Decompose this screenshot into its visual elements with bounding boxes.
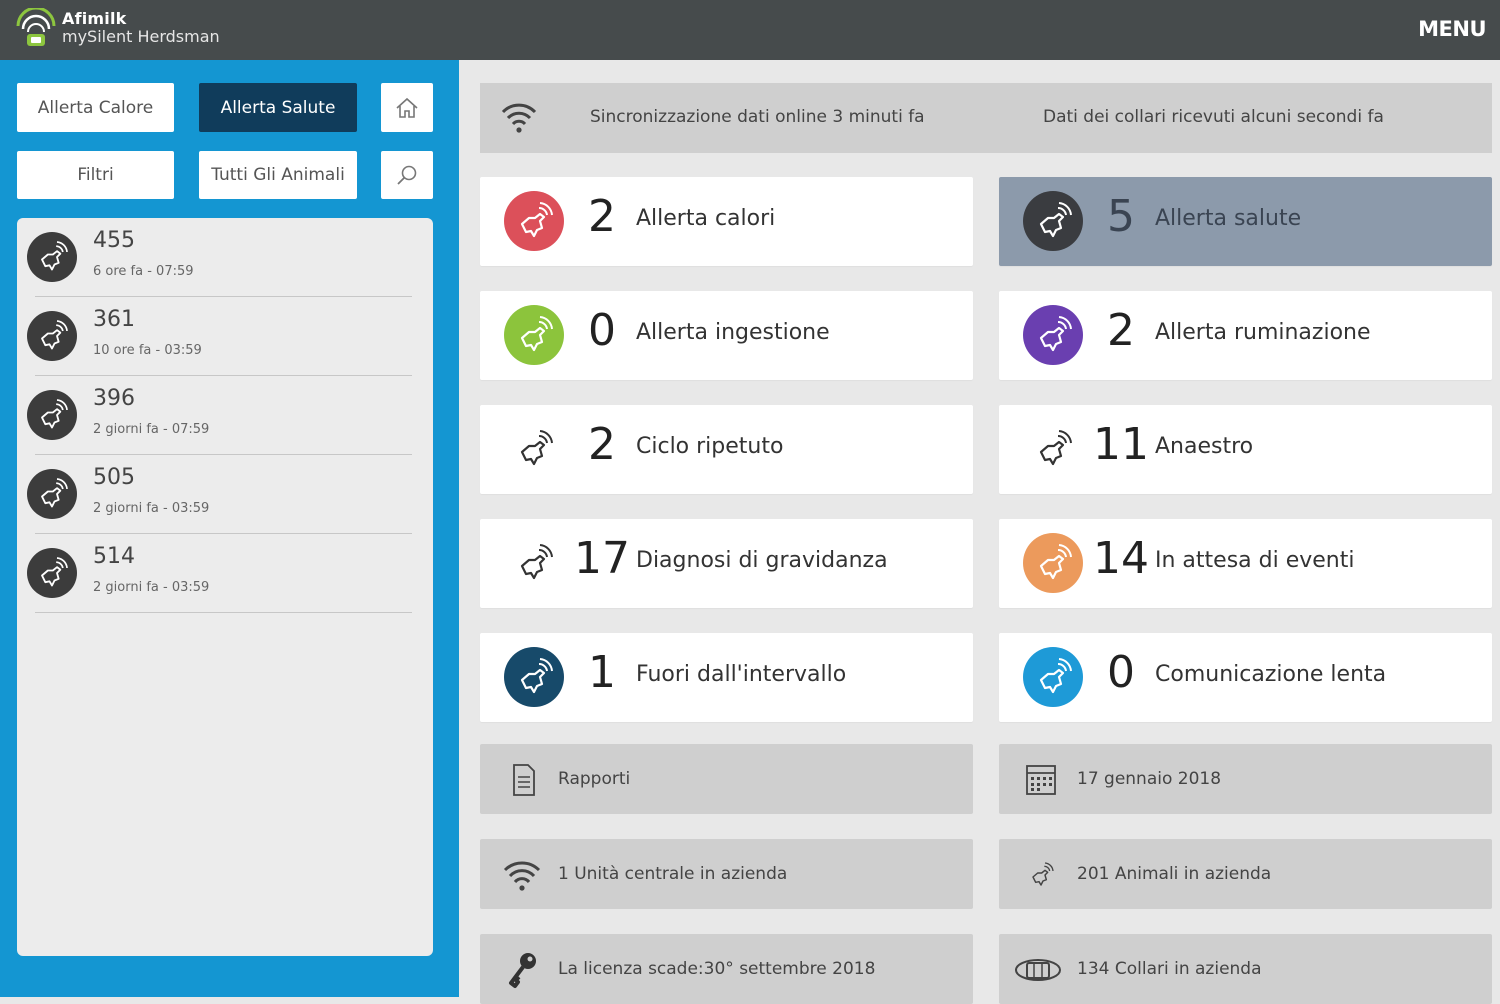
wifi-icon	[502, 855, 542, 895]
alert-count: 2	[1107, 305, 1135, 356]
alert-count: 2	[588, 191, 616, 242]
collar-icon	[1013, 950, 1061, 990]
cow-alert-icon	[27, 469, 77, 519]
alert-card[interactable]: 5 Allerta salute	[999, 177, 1492, 266]
afimilk-logo	[12, 8, 60, 50]
cow-outline-icon	[1021, 855, 1061, 895]
cow-alert-icon	[504, 647, 564, 707]
alert-time: 6 ore fa - 07:59	[93, 264, 194, 279]
info-label: Rapporti	[558, 769, 631, 789]
alert-label: Allerta ingestione	[636, 320, 830, 345]
alert-card[interactable]: 17 Diagnosi di gravidanza	[480, 519, 973, 608]
cow-alert-icon	[1023, 191, 1083, 251]
alert-count: 2	[588, 419, 616, 470]
wifi-icon	[500, 100, 538, 136]
animal-id: 514	[93, 544, 135, 569]
info-label: 17 gennaio 2018	[1077, 769, 1222, 789]
cow-alert-icon	[27, 548, 77, 598]
info-label: 1 Unità centrale in azienda	[558, 864, 788, 884]
collar-data-text: Dati dei collari ricevuti alcuni secondi…	[1043, 107, 1384, 127]
key-icon	[502, 950, 542, 990]
alert-card[interactable]: 2 Ciclo ripetuto	[480, 405, 973, 494]
alert-count: 17	[574, 533, 630, 584]
list-item[interactable]: 455 6 ore fa - 07:59	[27, 218, 412, 297]
cow-alert-icon	[27, 311, 77, 361]
list-item[interactable]: 505 2 giorni fa - 03:59	[27, 455, 412, 534]
alert-time: 2 giorni fa - 03:59	[93, 580, 210, 595]
alert-card[interactable]: 2 Allerta calori	[480, 177, 973, 266]
cow-outline-icon	[504, 533, 564, 593]
alert-card[interactable]: 2 Allerta ruminazione	[999, 291, 1492, 380]
alert-card[interactable]: 0 Allerta ingestione	[480, 291, 973, 380]
cow-alert-icon	[504, 191, 564, 251]
cow-alert-icon	[27, 232, 77, 282]
search-icon	[395, 163, 419, 187]
alert-time: 10 ore fa - 03:59	[93, 343, 202, 358]
home-icon	[394, 96, 420, 120]
brand: Afimilk mySilent Herdsman	[62, 10, 220, 46]
animal-id: 361	[93, 307, 135, 332]
alert-count: 0	[1107, 647, 1135, 698]
alert-time: 2 giorni fa - 03:59	[93, 501, 210, 516]
info-tile[interactable]: La licenza scade:30° settembre 2018	[480, 934, 973, 1004]
cow-alert-icon	[1023, 647, 1083, 707]
home-button[interactable]	[381, 83, 433, 132]
menu-button[interactable]: MENU	[1418, 17, 1486, 41]
animal-alert-list: 455 6 ore fa - 07:59 361 10 ore fa - 03:…	[17, 218, 433, 956]
alert-count: 0	[588, 305, 616, 356]
alert-label: Diagnosi di gravidanza	[636, 548, 888, 573]
list-item[interactable]: 396 2 giorni fa - 07:59	[27, 376, 412, 455]
list-item[interactable]: 514 2 giorni fa - 03:59	[27, 534, 412, 613]
cow-alert-icon	[1023, 305, 1083, 365]
alert-card[interactable]: 11 Anaestro	[999, 405, 1492, 494]
info-tile[interactable]: 134 Collari in azienda	[999, 934, 1492, 1004]
alert-card[interactable]: 0 Comunicazione lenta	[999, 633, 1492, 722]
dashboard: Sincronizzazione dati online 3 minuti fa…	[459, 60, 1500, 1004]
filters-button[interactable]: Filtri	[17, 151, 174, 199]
alert-label: Fuori dall'intervallo	[636, 662, 847, 687]
online-sync-text: Sincronizzazione dati online 3 minuti fa	[590, 107, 925, 127]
alert-time: 2 giorni fa - 07:59	[93, 422, 210, 437]
cow-outline-icon	[504, 419, 564, 479]
alert-label: Comunicazione lenta	[1155, 662, 1387, 687]
cow-outline-icon	[1023, 419, 1083, 479]
sidebar: Allerta Calore Allerta Salute Filtri Tut…	[0, 60, 459, 997]
info-tile[interactable]: Rapporti	[480, 744, 973, 814]
info-tile[interactable]: 1 Unità centrale in azienda	[480, 839, 973, 909]
info-tile[interactable]: 201 Animali in azienda	[999, 839, 1492, 909]
info-label: 134 Collari in azienda	[1077, 959, 1262, 979]
alert-card[interactable]: 14 In attesa di eventi	[999, 519, 1492, 608]
list-item[interactable]: 361 10 ore fa - 03:59	[27, 297, 412, 376]
alert-count: 14	[1093, 533, 1149, 584]
search-button[interactable]	[381, 151, 433, 199]
top-bar: Afimilk mySilent Herdsman MENU	[0, 0, 1500, 60]
info-label: La licenza scade:30° settembre 2018	[558, 959, 876, 979]
all-animals-button[interactable]: Tutti Gli Animali	[199, 151, 357, 199]
calendar-icon	[1021, 760, 1061, 800]
animal-id: 396	[93, 386, 135, 411]
alert-label: Allerta calori	[636, 206, 776, 231]
sync-status-bar: Sincronizzazione dati online 3 minuti fa…	[480, 83, 1492, 153]
cow-alert-icon	[1023, 533, 1083, 593]
alert-count: 11	[1093, 419, 1149, 470]
info-label: 201 Animali in azienda	[1077, 864, 1272, 884]
cow-alert-icon	[27, 390, 77, 440]
health-alert-button[interactable]: Allerta Salute	[199, 83, 357, 132]
brand-name: Afimilk	[62, 9, 127, 28]
animal-id: 505	[93, 465, 135, 490]
alert-card[interactable]: 1 Fuori dall'intervallo	[480, 633, 973, 722]
alert-count: 5	[1107, 191, 1135, 242]
alert-label: Ciclo ripetuto	[636, 434, 784, 459]
alert-label: In attesa di eventi	[1155, 548, 1355, 573]
animal-id: 455	[93, 228, 135, 253]
alert-label: Anaestro	[1155, 434, 1254, 459]
alert-count: 1	[588, 647, 616, 698]
info-tile[interactable]: 17 gennaio 2018	[999, 744, 1492, 814]
cow-alert-icon	[504, 305, 564, 365]
alert-label: Allerta salute	[1155, 206, 1302, 231]
alert-label: Allerta ruminazione	[1155, 320, 1371, 345]
brand-subtitle: mySilent Herdsman	[62, 27, 220, 46]
document-icon	[502, 760, 542, 800]
heat-alert-button[interactable]: Allerta Calore	[17, 83, 174, 132]
